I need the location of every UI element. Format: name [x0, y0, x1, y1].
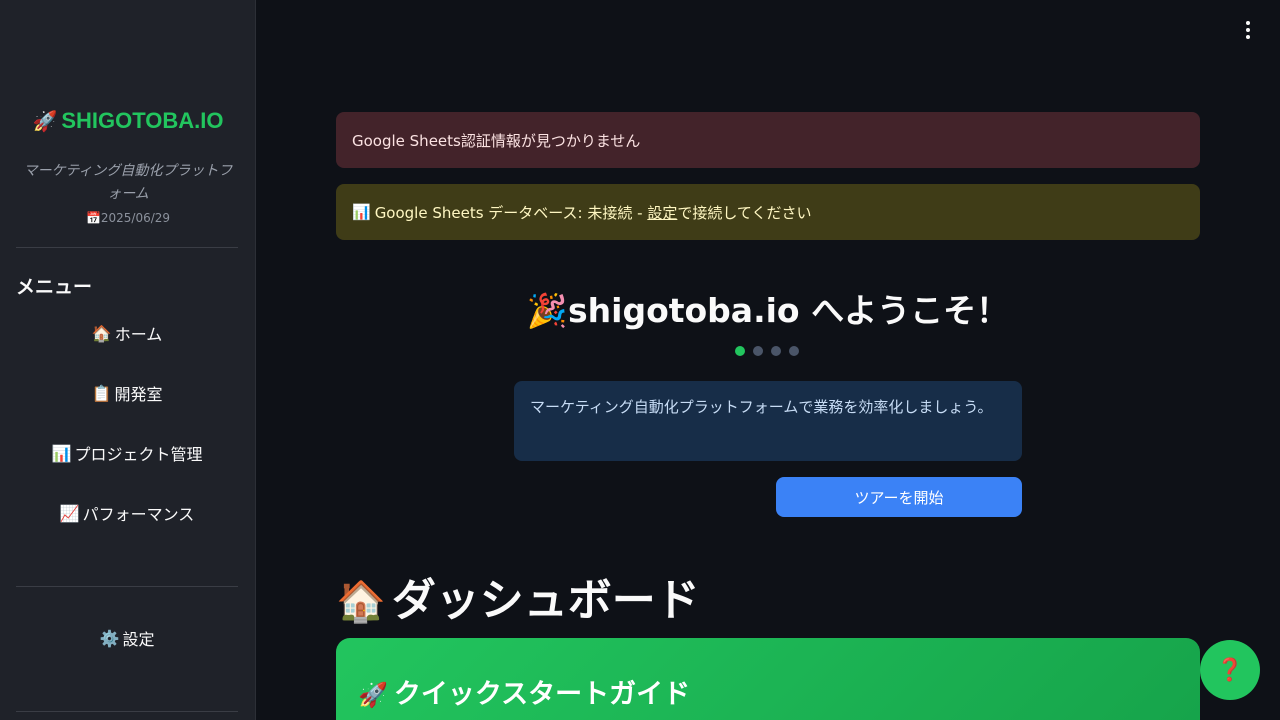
sidebar: 🚀 SHIGOTOBA.IO マーケティング自動化プラットフォーム 📅2025/0… — [0, 0, 256, 720]
date-text: 2025/06/29 — [100, 211, 171, 225]
main-menu-button[interactable] — [1242, 20, 1254, 40]
bar-chart-icon: 📊 — [51, 443, 72, 463]
trending-up-icon: 📈 — [59, 503, 80, 523]
welcome-title: 🎉shigotoba.io へようこそ！ — [336, 284, 1200, 332]
sidebar-item-settings[interactable]: ⚙️ 設定 — [16, 616, 238, 660]
step-dot-active — [735, 346, 745, 356]
rocket-icon: 🚀 — [32, 111, 58, 133]
question-icon: ❓ — [1216, 657, 1244, 683]
bar-chart-icon: 📊 — [352, 203, 371, 221]
sidebar-divider — [16, 711, 238, 712]
sidebar-item-label: 開発室 — [114, 385, 163, 404]
quick-start-card: 🚀 クイックスタートガイド — [336, 638, 1200, 720]
step-dot — [789, 346, 799, 356]
sidebar-item-dev-room[interactable]: 📋 開発室 — [16, 371, 238, 415]
sidebar-divider — [16, 247, 238, 248]
kebab-dot — [1246, 28, 1250, 32]
help-button[interactable]: ❓ — [1200, 640, 1260, 700]
rocket-icon: 🚀 — [358, 681, 388, 709]
menu-title: メニュー — [16, 276, 93, 298]
sidebar-item-home[interactable]: 🏠 ホーム — [16, 311, 238, 355]
step-dot — [771, 346, 781, 356]
gear-icon: ⚙️ — [99, 628, 120, 648]
house-icon: 🏠 — [336, 579, 386, 625]
warning-alert-text: Google Sheets データベース: 未接続 - — [374, 203, 648, 222]
error-alert: Google Sheets認証情報が見つかりません — [336, 112, 1200, 168]
current-date: 📅2025/06/29 — [0, 211, 256, 225]
brand-tagline: マーケティング自動化プラットフォーム — [23, 163, 233, 202]
brand-logo: 🚀 SHIGOTOBA.IO — [0, 108, 256, 134]
sidebar-item-label: 設定 — [122, 630, 155, 649]
clipboard-icon: 📋 — [91, 383, 112, 403]
calendar-icon: 📅 — [85, 211, 101, 225]
dashboard-title-text: ダッシュボード — [391, 575, 700, 626]
sidebar-item-performance[interactable]: 📈 パフォーマンス — [16, 491, 238, 535]
welcome-info-box: マーケティング自動化プラットフォームで業務を効率化しましょう。 — [514, 381, 1022, 461]
kebab-dot — [1246, 35, 1250, 39]
house-icon: 🏠 — [91, 323, 112, 343]
warning-alert: 📊 Google Sheets データベース: 未接続 - 設定 で接続してくだ… — [336, 184, 1200, 240]
welcome-title-text: shigotoba.io へようこそ！ — [568, 291, 1010, 330]
sidebar-item-project-management[interactable]: 📊 プロジェクト管理 — [16, 431, 238, 475]
quick-start-title-text: クイックスタートガイド — [393, 679, 691, 710]
step-dot — [753, 346, 763, 356]
sidebar-item-label: ホーム — [114, 325, 163, 344]
warning-alert-suffix: で接続してください — [677, 203, 812, 222]
onboarding-step-indicator — [735, 346, 799, 356]
start-tour-button[interactable]: ツアーを開始 — [776, 477, 1022, 517]
sidebar-item-label: パフォーマンス — [82, 505, 195, 524]
dashboard-title: 🏠 ダッシュボード — [336, 564, 700, 628]
error-alert-text: Google Sheets認証情報が見つかりません — [352, 131, 641, 150]
quick-start-title: 🚀 クイックスタートガイド — [358, 672, 1178, 711]
party-popper-icon: 🎉 — [526, 291, 568, 330]
settings-link[interactable]: 設定 — [647, 202, 677, 223]
brand-name: SHIGOTOBA.IO — [61, 108, 224, 133]
sidebar-divider — [16, 586, 238, 587]
sidebar-item-label: プロジェクト管理 — [74, 445, 203, 464]
kebab-dot — [1246, 21, 1250, 25]
